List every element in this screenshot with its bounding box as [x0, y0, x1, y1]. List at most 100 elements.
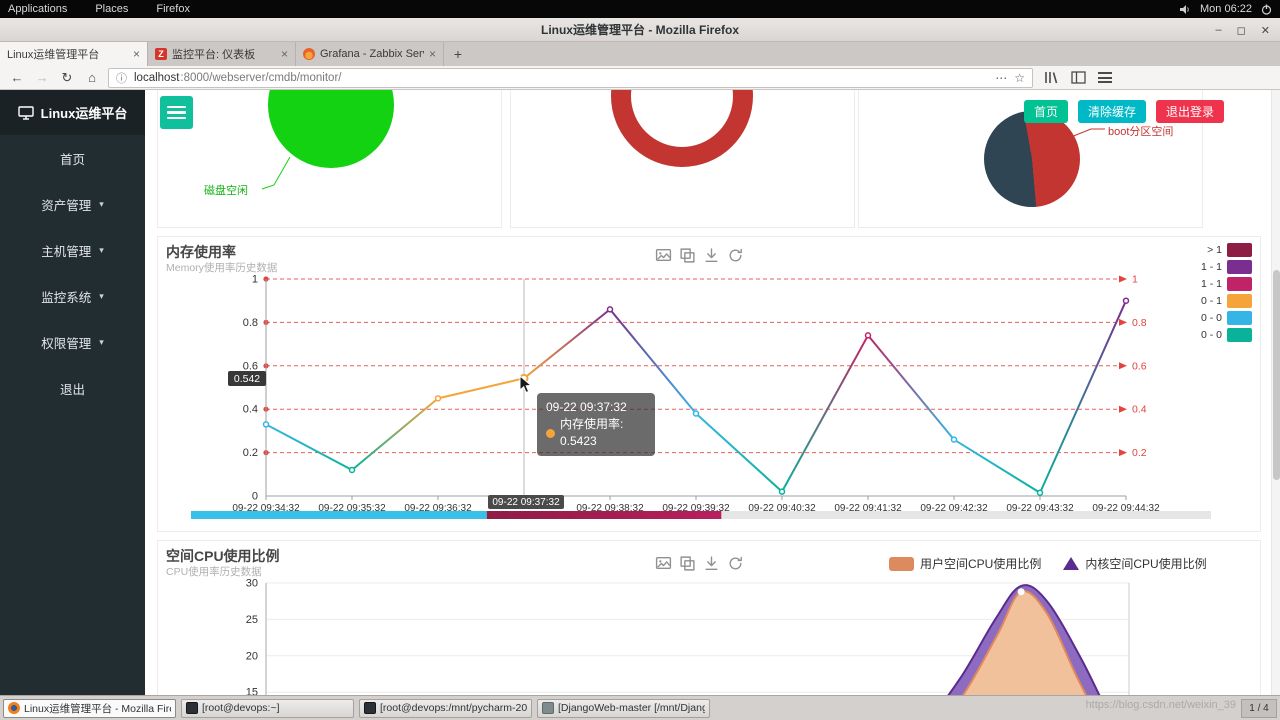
tab-close-icon[interactable]: × — [281, 47, 288, 61]
usage-ring[interactable] — [611, 90, 753, 167]
sidebar-item-logout[interactable]: 退出 — [0, 365, 145, 411]
browser-toolbar: ← → ↻ ⌂ ⓘ localhost:8000/webserver/cmdb/… — [0, 66, 1280, 90]
workspace-pager[interactable]: 1 / 4 — [1241, 698, 1277, 718]
header-actions: 首页 清除缓存 退出登录 — [1023, 100, 1224, 123]
scrollbar-thumb[interactable] — [1273, 270, 1280, 480]
cpu-usage-panel: 空间CPU使用比例 CPU使用率历史数据 用户空间CPU使用比例 内核空间CPU使… — [157, 540, 1261, 695]
power-icon[interactable] — [1261, 4, 1272, 15]
tab-close-icon[interactable]: × — [429, 47, 436, 61]
firefox-icon — [8, 702, 20, 714]
sidebars-icon[interactable] — [1071, 71, 1086, 84]
desktop-menus: Applications Places Firefox — [8, 3, 218, 15]
sidebar-toggle-button[interactable] — [160, 96, 193, 129]
svg-text:15: 15 — [246, 687, 258, 695]
home-button[interactable]: 首页 — [1023, 100, 1068, 123]
window-title: Linux运维管理平台 - Mozilla Firefox — [540, 23, 739, 37]
taskbar-window-label: [root@devops:/mnt/pycharm-2019... — [380, 702, 527, 714]
chevron-down-icon: ▾ — [99, 244, 104, 255]
page-actions-icon[interactable]: ⋯ — [995, 71, 1007, 85]
menu-icon[interactable] — [1098, 72, 1112, 83]
url-path: :8000/webserver/cmdb/monitor/ — [180, 71, 342, 84]
bookmark-star-icon[interactable]: ☆ — [1014, 71, 1025, 85]
desktop-top-bar: Applications Places Firefox Mon 06:22 — [0, 0, 1280, 18]
peak-marker-dot — [1017, 588, 1025, 596]
close-button[interactable]: ✕ — [1261, 24, 1270, 37]
marklines: 0.2 0.4 0.6 0.8 1 — [263, 274, 1147, 459]
chevron-down-icon: ▾ — [99, 336, 104, 347]
app-icon — [542, 702, 554, 714]
url-host: localhost — [134, 71, 180, 84]
web-page: Linux运维平台 首页 资产管理 ▾ 主机管理 ▾ 监控系统 ▾ 权限管理 ▾ 退出 首页 清除缓… — [0, 90, 1280, 695]
svg-text:1: 1 — [252, 274, 258, 286]
taskbar-window-label: [root@devops:~] — [202, 702, 280, 714]
svg-text:25: 25 — [246, 614, 258, 626]
sidebar-item-label: 资产管理 — [41, 198, 92, 213]
sidebar-item-monitor[interactable]: 监控系统 ▾ — [0, 273, 145, 319]
volume-icon[interactable] — [1179, 4, 1191, 15]
sidebar-item-assets[interactable]: 资产管理 ▾ — [0, 181, 145, 227]
tab-label: Grafana - Zabbix Server D — [320, 48, 424, 60]
terminal-icon — [186, 702, 198, 714]
taskbar-window-label: Linux运维管理平台 - Mozilla Firefox — [24, 702, 171, 715]
taskbar-window-3[interactable]: [DjangoWeb-master [/mnt/DjangoW... — [537, 698, 710, 718]
svg-text:0: 0 — [252, 491, 258, 503]
cpu-usage-chart[interactable]: 30 25 20 15 — [158, 541, 1262, 695]
app-sidebar: Linux运维平台 首页 资产管理 ▾ 主机管理 ▾ 监控系统 ▾ 权限管理 ▾ 退出 — [0, 90, 145, 695]
page-scrollbar[interactable] — [1271, 90, 1280, 695]
desktop-clock[interactable]: Mon 06:22 — [1200, 3, 1252, 15]
taskbar-window-label: [DjangoWeb-master [/mnt/DjangoW... — [558, 702, 705, 714]
x-axis-pointer-label: 09-22 09:37:32 — [488, 495, 564, 509]
svg-text:0.4: 0.4 — [1132, 404, 1147, 416]
sidebar-item-label: 监控系统 — [41, 290, 92, 305]
chevron-down-icon: ▾ — [99, 290, 104, 301]
tab-1[interactable]: Z 监控平台: 仪表板 × — [148, 42, 296, 66]
taskbar-window-2[interactable]: [root@devops:/mnt/pycharm-2019... — [359, 698, 532, 718]
window-list-taskbar: Linux运维管理平台 - Mozilla Firefox [root@devop… — [0, 695, 1280, 720]
memory-usage-panel: 内存使用率 Memory使用率历史数据 > 11 - 11 - 10 - 10 … — [157, 236, 1261, 532]
maximize-button[interactable]: ◻ — [1237, 24, 1246, 37]
clear-cache-button[interactable]: 清除缓存 — [1077, 100, 1146, 123]
tab-close-icon[interactable]: × — [133, 47, 140, 61]
sidebar-item-home[interactable]: 首页 — [0, 135, 145, 181]
logout-button[interactable]: 退出登录 — [1155, 100, 1224, 123]
tab-bar: Linux运维管理平台 × Z 监控平台: 仪表板 × Grafana - Zabbix … — [0, 42, 1280, 66]
tab-0[interactable]: Linux运维管理平台 × — [0, 42, 148, 66]
url-bar[interactable]: ⓘ localhost:8000/webserver/cmdb/monitor/… — [108, 67, 1033, 88]
svg-text:30: 30 — [246, 578, 258, 590]
tab-label: 监控平台: 仪表板 — [172, 49, 256, 61]
app-brand: Linux运维平台 — [0, 90, 145, 135]
forward-button[interactable]: → — [33, 71, 51, 84]
sidebar-item-hosts[interactable]: 主机管理 ▾ — [0, 227, 145, 273]
monitor-icon — [17, 105, 34, 120]
svg-text:0.8: 0.8 — [1132, 317, 1147, 329]
reload-button[interactable]: ↻ — [58, 71, 76, 84]
back-button[interactable]: ← — [8, 71, 26, 84]
taskbar-window-0[interactable]: Linux运维管理平台 - Mozilla Firefox — [3, 698, 176, 718]
mouse-cursor — [519, 375, 533, 394]
svg-text:0.8: 0.8 — [243, 317, 258, 329]
terminal-icon — [364, 702, 376, 714]
library-icon[interactable] — [1044, 71, 1059, 84]
minimize-button[interactable]: – — [1216, 24, 1222, 36]
svg-text:0.4: 0.4 — [243, 404, 258, 416]
disk-pie-labelline — [261, 156, 291, 190]
zabbix-favicon: Z — [155, 48, 167, 60]
boot-partition-label: boot分区空间 — [1108, 126, 1174, 138]
new-tab-button[interactable]: + — [444, 42, 472, 66]
memory-usage-chart[interactable]: 0.20.40.60.8100.20.40.60.8109-22 09:34:3… — [158, 237, 1262, 533]
desktop-menu-0[interactable]: Applications — [8, 3, 67, 15]
tab-2[interactable]: Grafana - Zabbix Server D × — [296, 42, 444, 66]
svg-text:20: 20 — [246, 650, 258, 662]
svg-text:0.6: 0.6 — [1132, 360, 1147, 372]
site-info-icon[interactable]: ⓘ — [116, 70, 127, 86]
datazoom-slider[interactable] — [191, 511, 1211, 519]
taskbar-window-1[interactable]: [root@devops:~] — [181, 698, 354, 718]
sidebar-item-privileges[interactable]: 权限管理 ▾ — [0, 319, 145, 365]
svg-text:0.2: 0.2 — [1132, 447, 1147, 459]
y-axis-pointer-label: 0.542 — [228, 371, 266, 386]
desktop-menu-1[interactable]: Places — [95, 3, 128, 15]
home-button[interactable]: ⌂ — [83, 71, 101, 84]
brand-label: Linux运维平台 — [40, 106, 128, 121]
task-windows: Linux运维管理平台 - Mozilla Firefox [root@devop… — [3, 698, 710, 718]
desktop-menu-2[interactable]: Firefox — [156, 3, 190, 15]
